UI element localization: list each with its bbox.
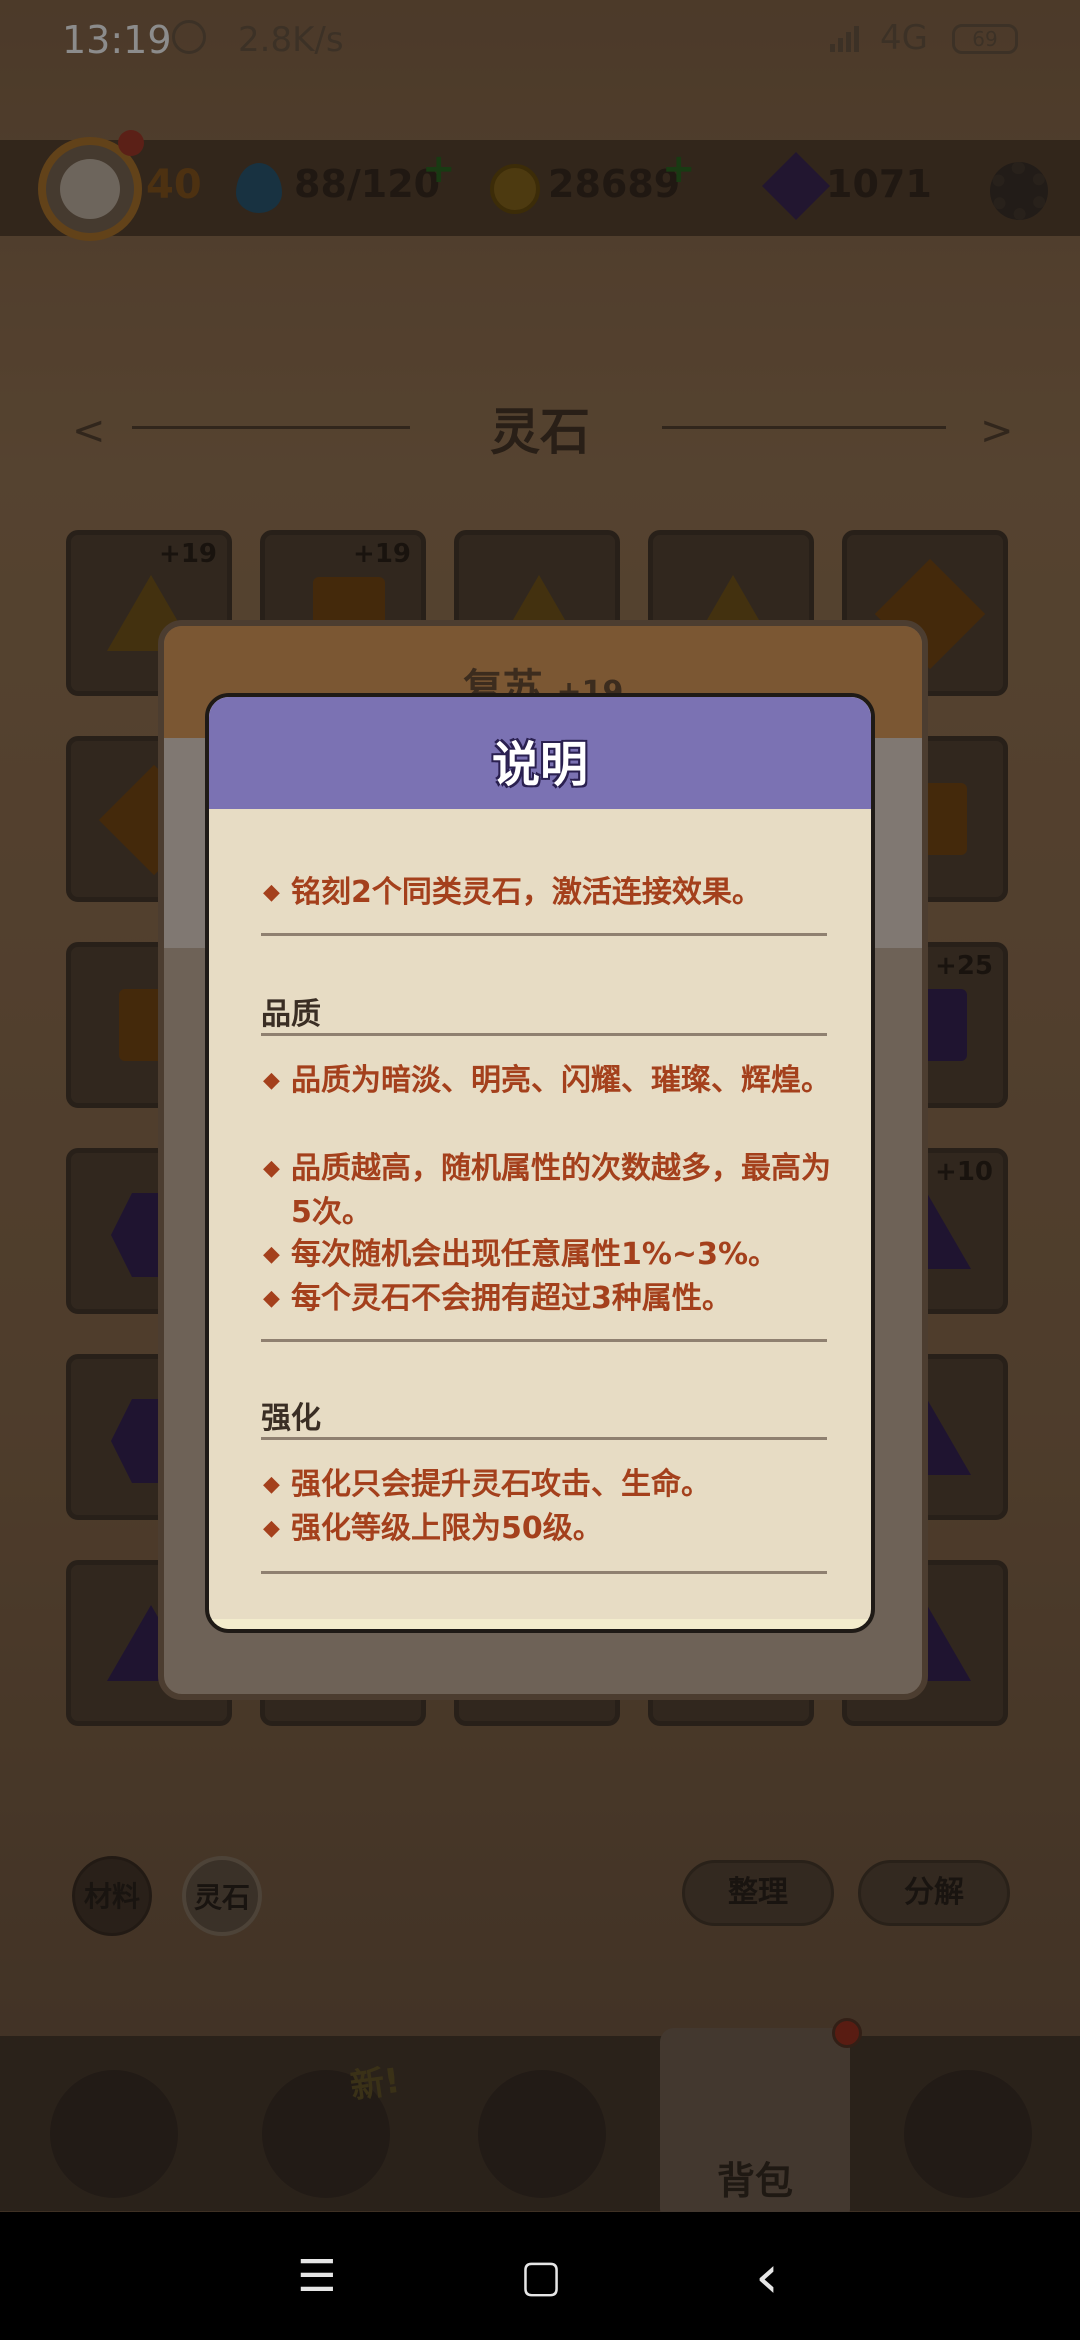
home-icon[interactable]: ▢ [506, 2242, 576, 2312]
enhance-item: 强化等级上限为50级。 [263, 1507, 831, 1551]
quality-item: 品质为暗淡、明亮、闪耀、璀璨、辉煌。 [263, 1059, 831, 1103]
divider [261, 1571, 827, 1574]
menu-icon[interactable]: ☰ [282, 2242, 352, 2312]
divider [261, 933, 827, 936]
back-icon[interactable]: ‹ [732, 2242, 802, 2312]
quality-item: 每个灵石不会拥有超过3种属性。 [263, 1277, 831, 1321]
divider [261, 1437, 827, 1440]
system-nav-bar: ☰ ▢ ‹ [0, 2212, 1080, 2340]
intro-text: 铭刻2个同类灵石，激活连接效果。 [263, 871, 831, 915]
quality-item: 每次随机会出现任意属性1%~3%。 [263, 1233, 831, 1277]
divider [261, 1339, 827, 1342]
enhance-label: 强化 [261, 1401, 321, 1436]
info-dialog: 说明 铭刻2个同类灵石，激活连接效果。 品质 品质为暗淡、明亮、闪耀、璀璨、辉煌… [205, 693, 875, 1633]
quality-item: 品质越高，随机属性的次数越多，最高为5次。 [263, 1147, 831, 1235]
enhance-item: 强化只会提升灵石攻击、生命。 [263, 1463, 831, 1507]
dialog-bottom-edge [209, 1619, 871, 1629]
divider [261, 1033, 827, 1036]
dialog-title: 说明 [491, 737, 588, 793]
quality-label: 品质 [261, 997, 321, 1032]
